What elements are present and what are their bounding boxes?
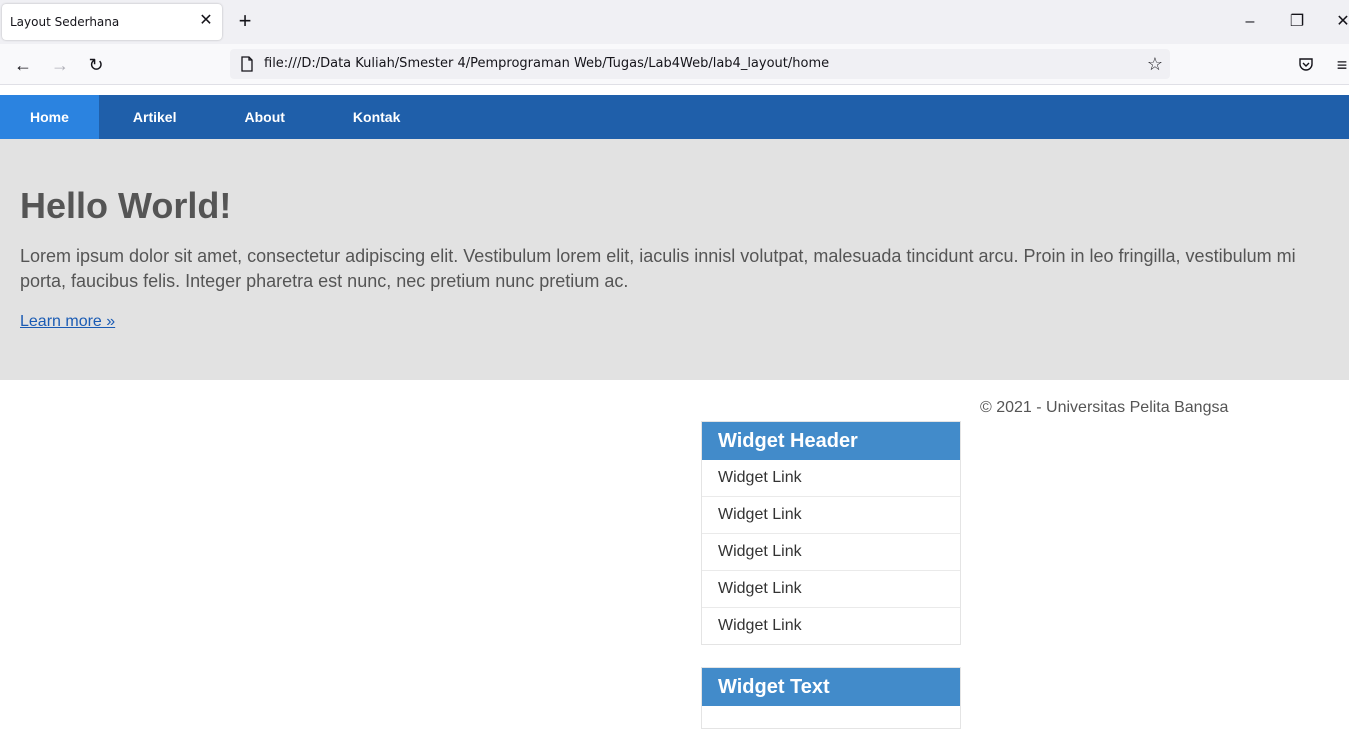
links-widget: Widget Header Widget Link Widget Link Wi… — [701, 421, 961, 645]
widget-link[interactable]: Widget Link — [702, 460, 960, 496]
url-text: file:///D:/Data Kuliah/Smester 4/Pemprog… — [264, 56, 830, 71]
page-icon — [241, 56, 253, 72]
nav-kontak[interactable]: Kontak — [319, 95, 434, 139]
nav-artikel[interactable]: Artikel — [99, 95, 211, 139]
pocket-icon[interactable] — [1297, 55, 1315, 73]
plus-icon[interactable]: + — [234, 10, 256, 32]
browser-toolbar: ← → ↻ file:///D:/Data Kuliah/Smester 4/P… — [0, 44, 1349, 85]
bookmark-star-icon[interactable]: ☆ — [1144, 53, 1166, 75]
widget-link[interactable]: Widget Link — [702, 607, 960, 644]
text-widget: Widget Text — [701, 667, 961, 729]
window-close-icon[interactable]: ✕ — [1331, 10, 1349, 34]
widget-link[interactable]: Widget Link — [702, 570, 960, 607]
widget-text-header: Widget Text — [702, 668, 960, 706]
forward-icon[interactable]: → — [47, 52, 73, 78]
minimize-icon[interactable]: – — [1238, 10, 1262, 34]
hero-text: Lorem ipsum dolor sit amet, consectetur … — [20, 246, 1296, 291]
widget-link[interactable]: Widget Link — [702, 496, 960, 533]
browser-tab[interactable]: Layout Sederhana ✕ — [2, 4, 222, 40]
hero-section: Hello World! Lorem ipsum dolor sit amet,… — [0, 139, 1349, 380]
widget-header: Widget Header — [702, 422, 960, 460]
back-icon[interactable]: ← — [10, 52, 36, 78]
widget-link[interactable]: Widget Link — [702, 533, 960, 570]
nav-about[interactable]: About — [210, 95, 318, 139]
restore-icon[interactable]: ❐ — [1285, 10, 1309, 34]
copyright-text: © 2021 - Universitas Pelita Bangsa — [980, 399, 1229, 416]
close-icon[interactable]: ✕ — [196, 11, 216, 31]
learn-more-link[interactable]: Learn more » — [20, 313, 115, 331]
tab-title: Layout Sederhana — [10, 15, 120, 29]
address-bar[interactable]: file:///D:/Data Kuliah/Smester 4/Pemprog… — [230, 49, 1170, 79]
hero-title: Hello World! — [20, 185, 232, 226]
nav-home[interactable]: Home — [0, 95, 99, 139]
reload-icon[interactable]: ↻ — [83, 52, 109, 78]
browser-tab-bar: Layout Sederhana ✕ + – ❐ ✕ — [0, 0, 1349, 44]
site-nav: Home Artikel About Kontak — [0, 95, 1349, 139]
menu-icon[interactable]: ≡ — [1329, 52, 1349, 78]
